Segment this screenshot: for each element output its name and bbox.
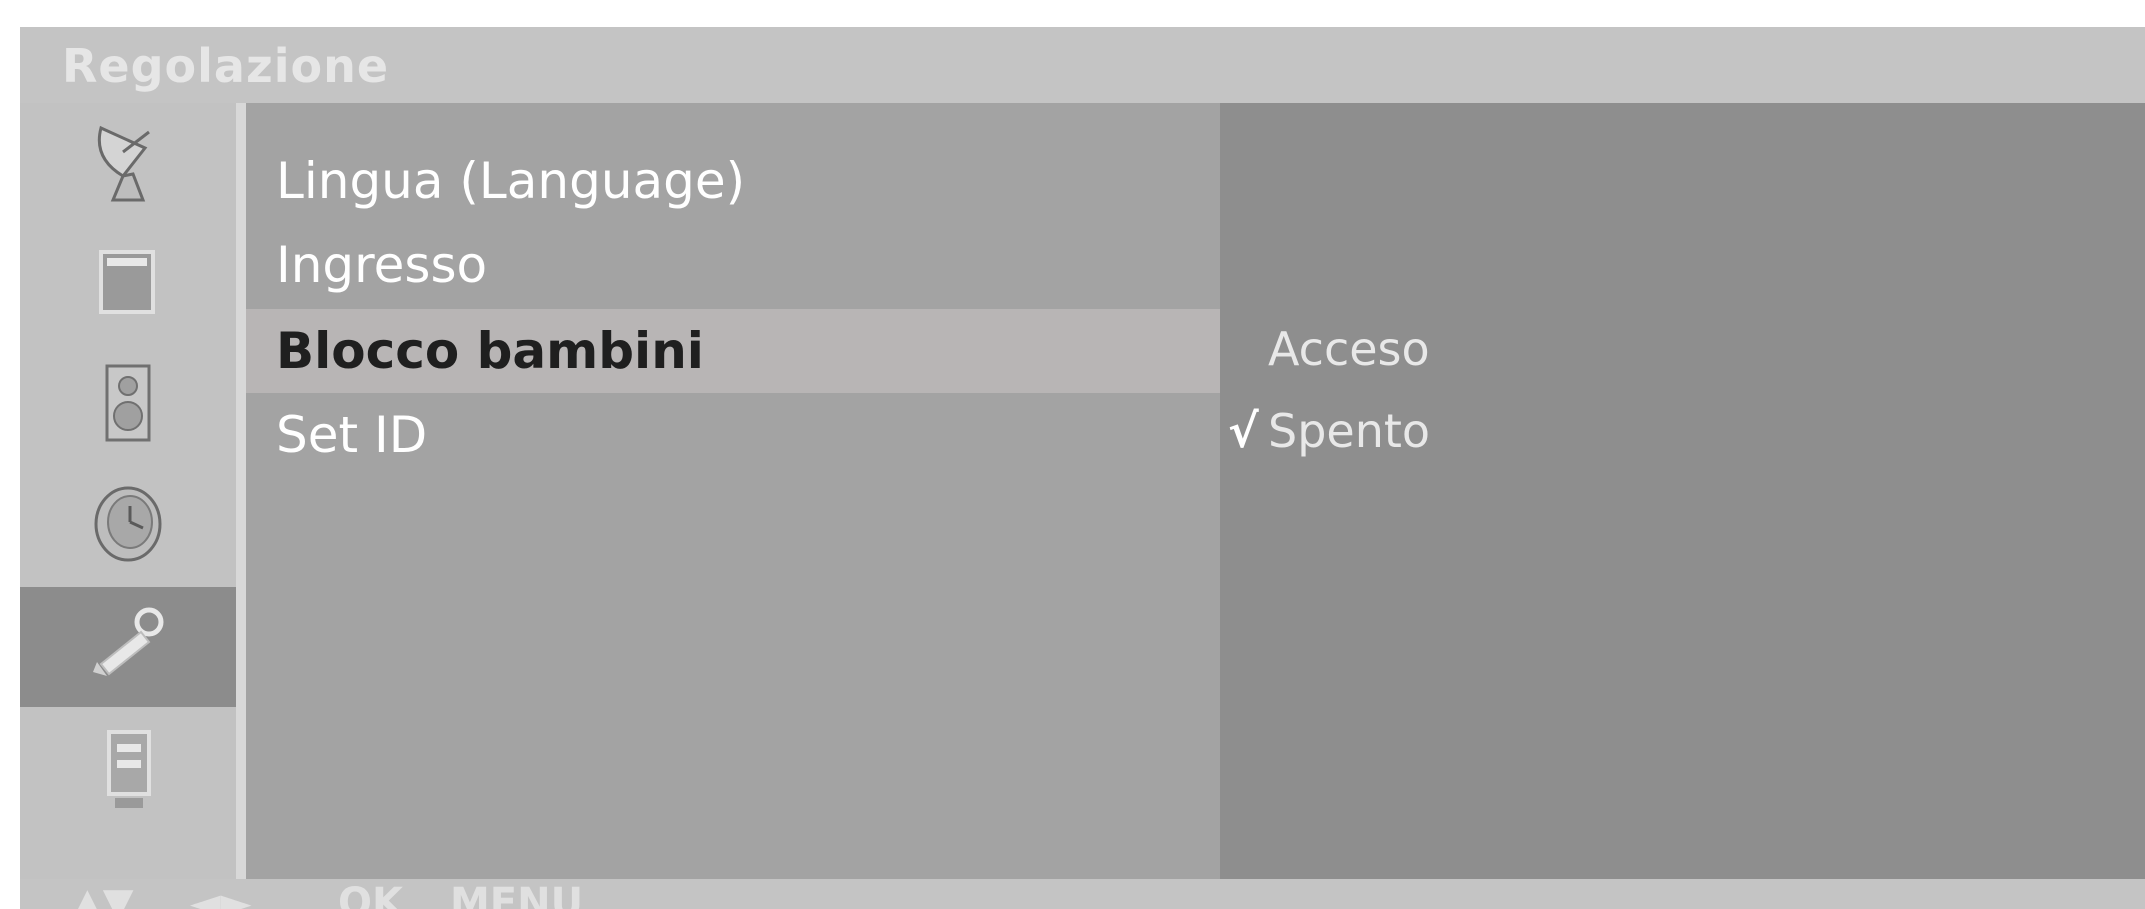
sidebar-item-recorder[interactable] [20,709,236,829]
option-label: Spento [1268,404,1431,458]
menu-item-set-id[interactable]: Set ID [246,393,1220,477]
sidebar-item-station[interactable] [20,103,236,223]
menu-item-input[interactable]: Ingresso [246,223,1220,307]
wrench-icon [93,607,164,676]
sidebar-divider [236,103,246,879]
sidebar-item-picture[interactable] [20,223,236,343]
footer-hints: ▲▼ ◄► OK MENU [20,879,2145,909]
satellite-dish-icon [97,125,150,202]
picture-icon [99,250,155,314]
title-bar: Regolazione [20,27,2145,103]
option-label: Acceso [1268,322,1430,376]
sidebar-item-time[interactable] [20,463,236,583]
speaker-icon [105,364,151,442]
check-mark: √ [1228,404,1259,458]
tv-osd-menu: Regolazione Lingua (Language) Ingresso B… [20,27,2145,909]
sidebar-item-audio[interactable] [20,343,236,463]
menu-item-language[interactable]: Lingua (Language) [246,139,1220,223]
menu-item-child-lock[interactable]: Blocco bambini [246,309,1220,393]
leftright-arrows-icon: ◄► [190,880,252,909]
option-on[interactable]: Acceso [1228,319,1430,379]
updown-arrows-icon: ▲▼ [72,880,134,909]
sidebar-item-setup[interactable] [20,587,236,707]
menu-hint: MENU [450,880,584,909]
options-panel: Acceso √ Spento [1220,103,2145,879]
menu-title: Regolazione [62,39,390,93]
option-off[interactable]: √ Spento [1228,401,1430,461]
sidebar [20,103,236,879]
clock-icon [94,486,162,562]
menu-panel: Lingua (Language) Ingresso Blocco bambin… [246,103,1220,879]
ok-hint: OK [338,880,403,909]
dvd-recorder-icon [107,730,151,808]
